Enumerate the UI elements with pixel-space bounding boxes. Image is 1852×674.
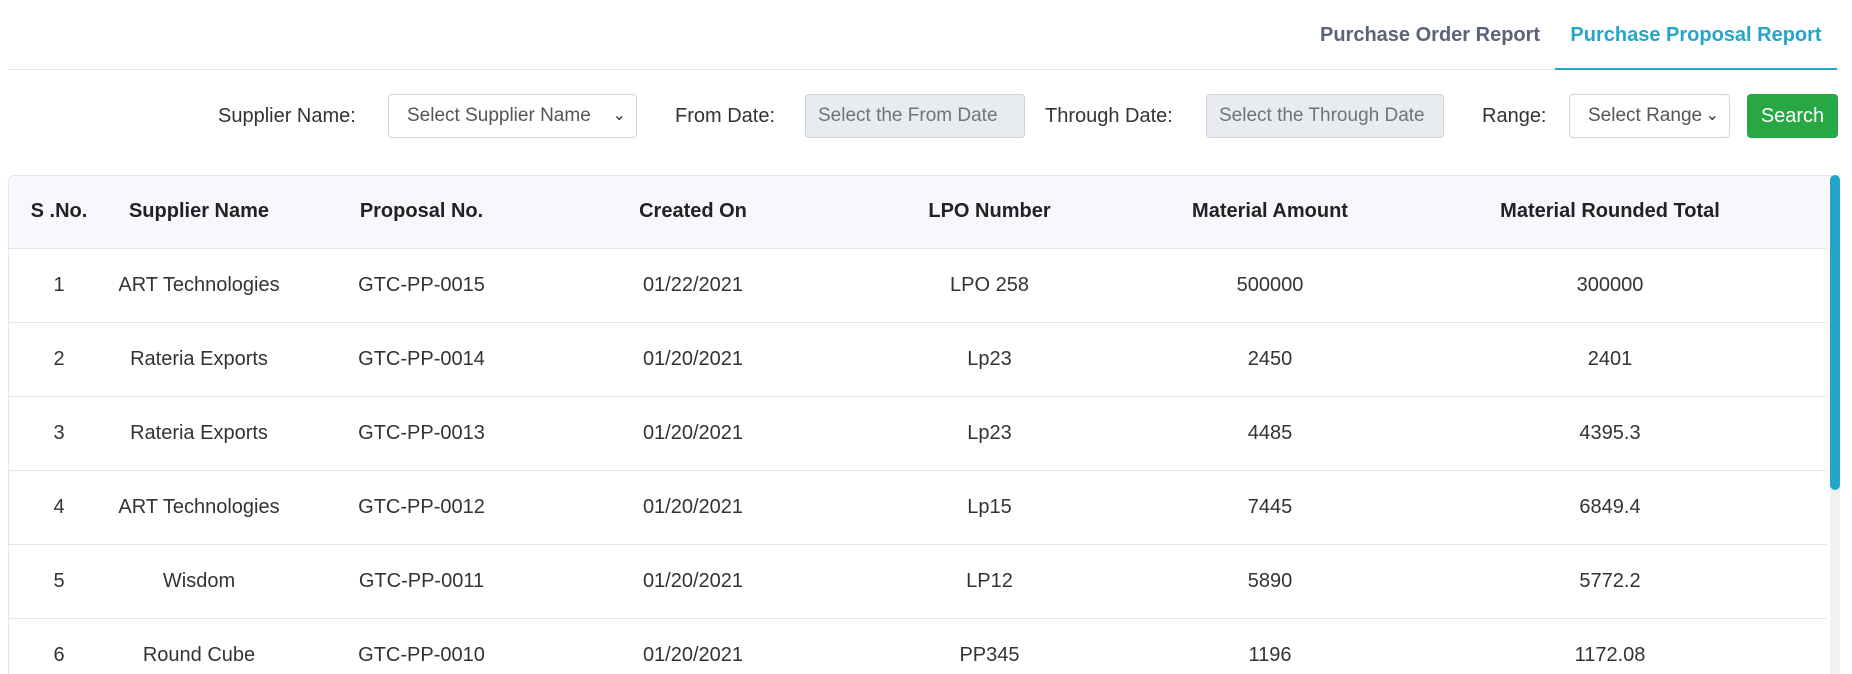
cell-proposal-no: GTC-PP-0013 [289, 396, 554, 471]
proposal-table: S .No. Supplier Name Proposal No. Create… [9, 176, 1827, 674]
column-header-material-amount[interactable]: Material Amount [1147, 176, 1393, 249]
tab-purchase-proposal-report[interactable]: Purchase Proposal Report [1555, 0, 1837, 70]
cell-sno: 1 [9, 248, 109, 323]
cell-sno: 5 [9, 544, 109, 619]
filter-bar: Supplier Name: Select Supplier Name ⌄ Fr… [0, 94, 1852, 138]
cell-proposal-no: GTC-PP-0015 [289, 248, 554, 323]
from-date-label: From Date: [675, 105, 776, 127]
cell-lpo-number: Lp23 [832, 322, 1147, 397]
cell-sno: 3 [9, 396, 109, 471]
cell-lpo-number: Lp15 [832, 470, 1147, 545]
cell-supplier-name: Rateria Exports [109, 396, 289, 471]
column-header-proposal-no[interactable]: Proposal No. [289, 176, 554, 249]
table-row[interactable]: 6 Round Cube GTC-PP-0010 01/20/2021 PP34… [9, 618, 1827, 674]
cell-lpo-number: Lp23 [832, 396, 1147, 471]
cell-material-rounded-total: 1172.08 [1393, 618, 1827, 674]
cell-created-on: 01/20/2021 [554, 618, 832, 674]
cell-created-on: 01/20/2021 [554, 470, 832, 545]
cell-supplier-name: Wisdom [109, 544, 289, 619]
column-header-lpo-number[interactable]: LPO Number [832, 176, 1147, 249]
range-select[interactable]: Select Range ⌄ [1569, 94, 1730, 138]
cell-material-amount: 500000 [1147, 248, 1393, 323]
cell-proposal-no: GTC-PP-0012 [289, 470, 554, 545]
cell-created-on: 01/20/2021 [554, 396, 832, 471]
chevron-down-icon: ⌄ [612, 107, 626, 124]
cell-created-on: 01/20/2021 [554, 544, 832, 619]
cell-material-amount: 1196 [1147, 618, 1393, 674]
range-select-value: Select Range [1588, 105, 1703, 126]
cell-supplier-name: Round Cube [109, 618, 289, 674]
cell-material-amount: 5890 [1147, 544, 1393, 619]
table-row[interactable]: 2 Rateria Exports GTC-PP-0014 01/20/2021… [9, 322, 1827, 397]
report-tabs: Purchase Order Report Purchase Proposal … [8, 0, 1840, 70]
column-header-sno[interactable]: S .No. [9, 176, 109, 249]
cell-supplier-name: ART Technologies [109, 470, 289, 545]
cell-supplier-name: Rateria Exports [109, 322, 289, 397]
cell-material-rounded-total: 2401 [1393, 322, 1827, 397]
cell-material-amount: 7445 [1147, 470, 1393, 545]
cell-created-on: 01/20/2021 [554, 322, 832, 397]
supplier-name-select[interactable]: Select Supplier Name ⌄ [388, 94, 637, 138]
supplier-name-select-value: Select Supplier Name [407, 105, 591, 126]
tab-purchase-order-report[interactable]: Purchase Order Report [1320, 0, 1540, 70]
cell-proposal-no: GTC-PP-0011 [289, 544, 554, 619]
cell-sno: 4 [9, 470, 109, 545]
cell-material-rounded-total: 6849.4 [1393, 470, 1827, 545]
cell-lpo-number: LP12 [832, 544, 1147, 619]
table-header-row: S .No. Supplier Name Proposal No. Create… [9, 176, 1827, 249]
through-date-input[interactable]: Select the Through Date [1206, 94, 1444, 138]
table-row[interactable]: 3 Rateria Exports GTC-PP-0013 01/20/2021… [9, 396, 1827, 471]
cell-material-amount: 2450 [1147, 322, 1393, 397]
table-row[interactable]: 4 ART Technologies GTC-PP-0012 01/20/202… [9, 470, 1827, 545]
table-scrollbar-thumb[interactable] [1830, 175, 1840, 490]
cell-lpo-number: LPO 258 [832, 248, 1147, 323]
column-header-supplier-name[interactable]: Supplier Name [109, 176, 289, 249]
cell-material-rounded-total: 300000 [1393, 248, 1827, 323]
cell-proposal-no: GTC-PP-0010 [289, 618, 554, 674]
column-header-material-rounded-total[interactable]: Material Rounded Total [1393, 176, 1827, 249]
table-row[interactable]: 1 ART Technologies GTC-PP-0015 01/22/202… [9, 248, 1827, 323]
from-date-input[interactable]: Select the From Date [805, 94, 1025, 138]
cell-supplier-name: ART Technologies [109, 248, 289, 323]
column-header-created-on[interactable]: Created On [554, 176, 832, 249]
cell-sno: 2 [9, 322, 109, 397]
chevron-down-icon: ⌄ [1705, 107, 1719, 124]
cell-material-rounded-total: 5772.2 [1393, 544, 1827, 619]
search-button[interactable]: Search [1747, 94, 1838, 138]
proposal-table-container: S .No. Supplier Name Proposal No. Create… [8, 175, 1840, 674]
cell-material-amount: 4485 [1147, 396, 1393, 471]
cell-created-on: 01/22/2021 [554, 248, 832, 323]
through-date-label: Through Date: [1045, 105, 1173, 127]
range-label: Range: [1482, 105, 1547, 127]
supplier-name-label: Supplier Name: [218, 105, 356, 127]
table-scrollbar[interactable] [1830, 175, 1840, 674]
cell-proposal-no: GTC-PP-0014 [289, 322, 554, 397]
table-row[interactable]: 5 Wisdom GTC-PP-0011 01/20/2021 LP12 589… [9, 544, 1827, 619]
cell-lpo-number: PP345 [832, 618, 1147, 674]
cell-sno: 6 [9, 618, 109, 674]
cell-material-rounded-total: 4395.3 [1393, 396, 1827, 471]
